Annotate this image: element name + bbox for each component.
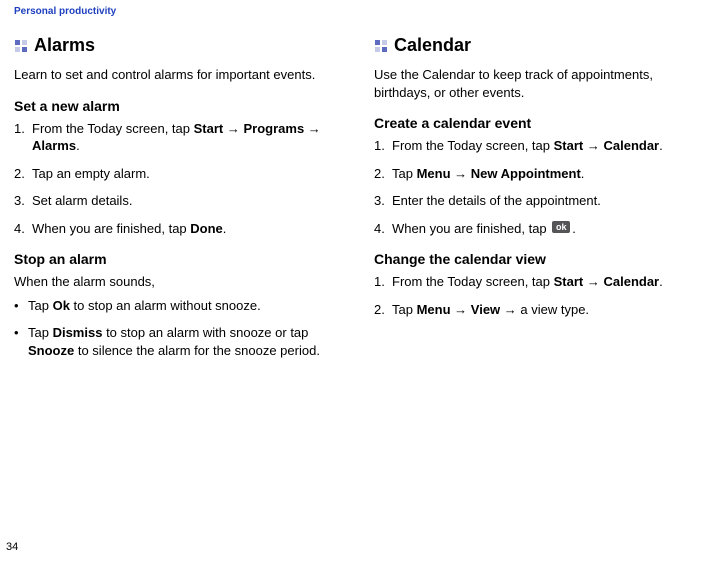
stop-alarm-bullet-2: Tap Dismiss to stop an alarm with snooze… [14, 324, 338, 359]
calendar-heading: Calendar [374, 35, 698, 56]
text: a view type. [520, 302, 589, 317]
arrow: → [223, 121, 243, 136]
bold: Done [190, 221, 223, 236]
bold: Menu [417, 166, 451, 181]
period: . [223, 221, 227, 236]
column-calendar: Calendar Use the Calendar to keep track … [374, 29, 698, 369]
stop-alarm-bullet-1: Tap Ok to stop an alarm without snooze. [14, 297, 338, 315]
change-view-heading: Change the calendar view [374, 251, 698, 267]
set-alarm-step-1: From the Today screen, tap Start → Progr… [14, 120, 338, 155]
text: to stop an alarm with snooze or tap [102, 325, 308, 340]
create-event-step-3: Enter the details of the appointment. [374, 192, 698, 210]
period: . [581, 166, 585, 181]
create-event-heading: Create a calendar event [374, 115, 698, 131]
period: . [659, 138, 663, 153]
calendar-title: Calendar [394, 35, 471, 56]
text: to silence the alarm for the snooze peri… [74, 343, 320, 358]
alarms-heading: Alarms [14, 35, 338, 56]
bold: Alarms [32, 138, 76, 153]
bold: Calendar [603, 274, 659, 289]
period: . [572, 221, 576, 236]
arrow: → [304, 121, 321, 136]
squares-icon [14, 39, 28, 53]
text: to stop an alarm without snooze. [70, 298, 261, 313]
period: . [659, 274, 663, 289]
bold: Calendar [603, 138, 659, 153]
period: . [76, 138, 80, 153]
text: When you are finished, tap [32, 221, 190, 236]
manual-page: Personal productivity Alarms Learn to se… [0, 0, 716, 561]
bold: Menu [417, 302, 451, 317]
text: Tap [392, 302, 417, 317]
two-column-layout: Alarms Learn to set and control alarms f… [14, 29, 698, 369]
bold: Dismiss [53, 325, 103, 340]
create-event-step-2: Tap Menu → New Appointment. [374, 165, 698, 183]
change-view-steps: From the Today screen, tap Start → Calen… [374, 273, 698, 318]
bold: Snooze [28, 343, 74, 358]
text: Tap [28, 298, 53, 313]
arrow: → [451, 166, 471, 181]
create-event-steps: From the Today screen, tap Start → Calen… [374, 137, 698, 237]
create-event-step-1: From the Today screen, tap Start → Calen… [374, 137, 698, 155]
breadcrumb: Personal productivity [14, 6, 698, 17]
text: Tap [392, 166, 417, 181]
bold: Start [554, 138, 584, 153]
text: From the Today screen, tap [392, 138, 554, 153]
arrow: → [583, 274, 603, 289]
set-alarm-step-3: Set alarm details. [14, 192, 338, 210]
arrow: → [500, 302, 520, 317]
change-view-step-1: From the Today screen, tap Start → Calen… [374, 273, 698, 291]
set-alarm-heading: Set a new alarm [14, 98, 338, 114]
stop-alarm-heading: Stop an alarm [14, 251, 338, 267]
change-view-step-2: Tap Menu → View → a view type. [374, 301, 698, 319]
bold: View [471, 302, 500, 317]
stop-alarm-bullets: Tap Ok to stop an alarm without snooze. … [14, 297, 338, 360]
arrow: → [451, 302, 471, 317]
bold: Ok [53, 298, 70, 313]
text: Tap [28, 325, 53, 340]
alarms-intro: Learn to set and control alarms for impo… [14, 66, 338, 84]
text: When you are finished, tap [392, 221, 550, 236]
ok-icon: ok [552, 221, 570, 233]
stop-alarm-lead: When the alarm sounds, [14, 273, 338, 291]
set-alarm-steps: From the Today screen, tap Start → Progr… [14, 120, 338, 238]
bold: Start [194, 121, 224, 136]
column-alarms: Alarms Learn to set and control alarms f… [14, 29, 338, 369]
arrow: → [583, 138, 603, 153]
text: From the Today screen, tap [392, 274, 554, 289]
page-number: 34 [6, 541, 18, 553]
set-alarm-step-4: When you are finished, tap Done. [14, 220, 338, 238]
text: From the Today screen, tap [32, 121, 194, 136]
calendar-intro: Use the Calendar to keep track of appoin… [374, 66, 698, 101]
bold: Start [554, 274, 584, 289]
squares-icon [374, 39, 388, 53]
alarms-title: Alarms [34, 35, 95, 56]
bold: New Appointment [471, 166, 581, 181]
set-alarm-step-2: Tap an empty alarm. [14, 165, 338, 183]
bold: Programs [243, 121, 304, 136]
create-event-step-4: When you are finished, tap ok. [374, 220, 698, 238]
